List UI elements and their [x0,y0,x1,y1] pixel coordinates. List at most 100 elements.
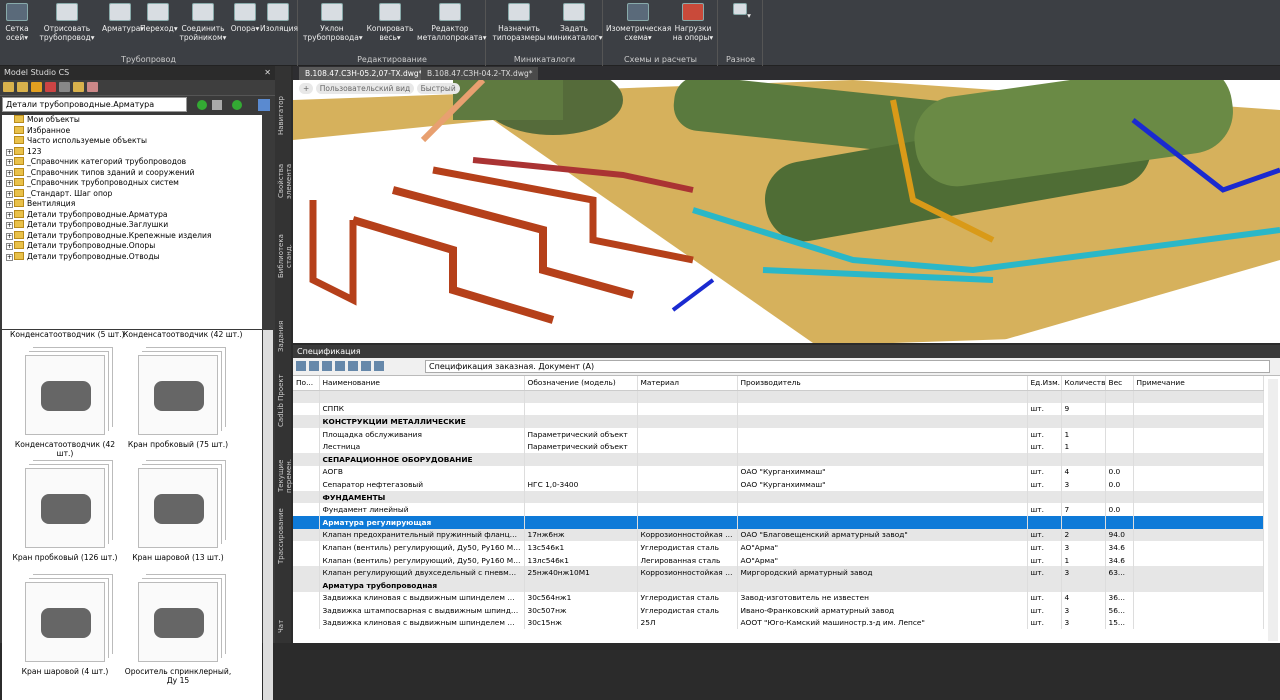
table-row[interactable]: КОНСТРУКЦИИ МЕТАЛЛИЧЕСКИЕ [293,415,1264,428]
library-thumbnail[interactable]: Кран шаровой (4 шт.) [10,582,120,676]
tree-item[interactable]: + Детали трубопроводные.Заглушки [2,220,262,231]
table-row[interactable]: СППК шт. 9 [293,402,1264,416]
expand-icon[interactable]: + [6,169,13,177]
tree-item[interactable]: Избранное [2,125,262,137]
filter-icon[interactable] [59,82,70,92]
sort-icon[interactable] [296,361,306,371]
column-header[interactable]: Наименование [319,376,525,391]
sort-desc-icon[interactable] [309,361,319,371]
side-tab[interactable]: Задания [277,306,289,366]
table-row[interactable]: Площадка обслуживания Параметрический объ… [293,427,1264,441]
column-header[interactable]: По... [293,376,320,391]
grid-axes-button[interactable]: Сетка осей▾ [2,3,32,42]
table-row[interactable]: Арматура трубопроводная [293,578,1264,592]
library-path-field[interactable]: Детали трубопроводные.Арматура [2,97,187,112]
table-row[interactable]: АОГВ ОАО "Курганхиммаш" шт. 4 0.0 [293,465,1264,479]
tree-item[interactable]: + _Справочник категорий трубопроводов [2,157,262,168]
table-row[interactable]: Лестница Параметрический объект шт. 1 [293,440,1264,453]
column-header[interactable]: Материал [637,376,738,391]
tab-document-1[interactable]: В.108.47.СЗН-05.2,07-ТХ.dwg* ✕ [299,67,438,80]
go-icon[interactable] [197,100,207,110]
tee-connect-button[interactable]: Соединить тройником▾ [176,3,230,42]
refresh-icon[interactable] [335,361,345,371]
library-thumbnail[interactable]: Кран пробковый (75 шт.) [123,355,233,449]
table-row[interactable] [293,390,1264,403]
view-mode-chip[interactable]: Пользовательский вид [315,83,415,94]
table-row[interactable]: Клапан (вентиль) регулирующий, Ду50, Ру1… [293,553,1264,567]
column-header[interactable]: Ед.Изм. [1027,376,1062,391]
tree-item[interactable]: + _Стандарт. Шаг опор [2,188,262,200]
library-thumbnail[interactable]: Кран пробковый (126 шт.) [10,468,120,562]
tree-item[interactable]: + Вентиляция [2,199,262,210]
expand-icon[interactable]: + [6,222,13,229]
expand-icon[interactable]: + [6,190,13,198]
expand-icon[interactable]: + [6,159,13,166]
tree-item[interactable]: + Детали трубопроводные.Арматура [2,209,262,221]
steel-editor-button[interactable]: Редактор металлопроката▾ [417,3,487,42]
folder-icon[interactable] [212,100,222,110]
table-row[interactable]: СЕПАРАЦИОННОЕ ОБОРУДОВАНИЕ [293,452,1264,466]
expand-icon[interactable]: + [6,243,13,250]
table-row[interactable]: Сепаратор нефтегазовый НГС 1,0-3400 ОАО "К… [293,478,1264,491]
tree-item[interactable]: + Детали трубопроводные.Крепежные изделия [2,230,262,242]
spec-document-select[interactable]: Спецификация заказная. Документ (А) [425,360,1270,373]
spec-scrollbar[interactable] [1268,379,1278,641]
column-header[interactable]: Вес [1105,376,1134,391]
table-icon[interactable] [374,361,384,371]
plant-model-render[interactable] [293,80,1280,343]
side-tab[interactable]: CadLib Проект [277,371,289,431]
reducer-button[interactable]: Переход▾ [140,3,178,33]
side-tab[interactable]: Навигатор [277,86,289,146]
isometric-button[interactable]: Изометрическая схема▾ [606,3,671,42]
expand-icon[interactable]: + [6,211,13,219]
valve-button[interactable]: Арматура▾ [102,3,144,33]
expand-icon[interactable]: + [6,180,13,187]
table-row[interactable]: Фундамент линейный шт. 7 0.0 [293,503,1264,516]
copy-all-button[interactable]: Копировать весь▾ [365,3,415,42]
assign-sizes-button[interactable]: Назначить типоразмеры [491,3,547,42]
export-icon[interactable] [361,361,371,371]
close-icon[interactable]: ✕ [264,68,271,77]
library-thumbnail[interactable]: Ороситель спринклерный, Ду 15 [123,582,233,685]
table-row[interactable]: Клапан предохранительный пружинный фланц… [293,528,1264,542]
expand-icon[interactable]: + [6,232,13,240]
table-row[interactable]: Задвижка штампосварная с выдвижным шпинд… [293,604,1264,617]
settings-icon[interactable] [87,82,98,92]
settings-icon[interactable] [348,361,358,371]
expand-icon[interactable]: + [6,201,13,208]
edit-icon[interactable] [258,99,270,111]
tree-item[interactable]: + _Справочник трубопроводных систем [2,178,262,189]
side-tab[interactable]: Свойства элемента [277,151,293,211]
side-tab[interactable]: Трассирование [277,506,289,566]
column-header[interactable]: Количество [1061,376,1106,391]
table-row[interactable]: Задвижка клиновая с выдвижным шпинделем … [293,616,1264,630]
slope-button[interactable]: Уклон трубопровода▾ [303,3,363,42]
table-row[interactable]: Задвижка клиновая с выдвижным шпинделем … [293,591,1264,605]
side-tab[interactable]: Текущие перемен. [277,446,293,506]
tree-item[interactable]: Мои объекты [2,115,262,126]
thumbnail-scrollbar[interactable] [263,330,273,700]
add-icon[interactable] [232,100,242,110]
open-icon[interactable] [3,82,14,92]
table-row[interactable]: Арматура регулирующая [293,515,1264,529]
visual-style-chip[interactable]: Быстрый [416,83,460,94]
play-icon[interactable] [31,82,42,92]
column-header[interactable]: Обозначение (модель) [524,376,638,391]
expand-icon[interactable]: + [6,253,13,261]
insulation-button[interactable]: Изоляция [260,3,298,33]
table-row[interactable]: ФУНДАМЕНТЫ [293,490,1264,504]
tree-item[interactable]: +123 [2,146,262,158]
draw-pipeline-button[interactable]: Отрисовать трубопровод▾ [36,3,98,42]
expand-icon[interactable]: + [6,148,13,156]
library-thumbnail[interactable]: Конденсатоотводчик (42 шт.) [10,355,120,458]
side-tab[interactable]: Чат [277,596,289,656]
tree-item[interactable]: + Детали трубопроводные.Отводы [2,251,262,263]
tree-item[interactable]: + _Справочник типов зданий и сооружений [2,167,262,179]
column-header[interactable]: Примечание [1133,376,1264,391]
side-tab[interactable]: Библиотека станд. [277,226,293,286]
3d-viewport[interactable]: + Пользовательский вид Быстрый [293,80,1280,343]
set-minicatalog-button[interactable]: Задать миникаталог▾ [547,3,603,42]
support-loads-button[interactable]: Нагрузки на опоры▾ [670,3,716,42]
tree-item[interactable]: + Детали трубопроводные.Опоры [2,241,262,252]
column-header[interactable]: Производитель [737,376,1028,391]
